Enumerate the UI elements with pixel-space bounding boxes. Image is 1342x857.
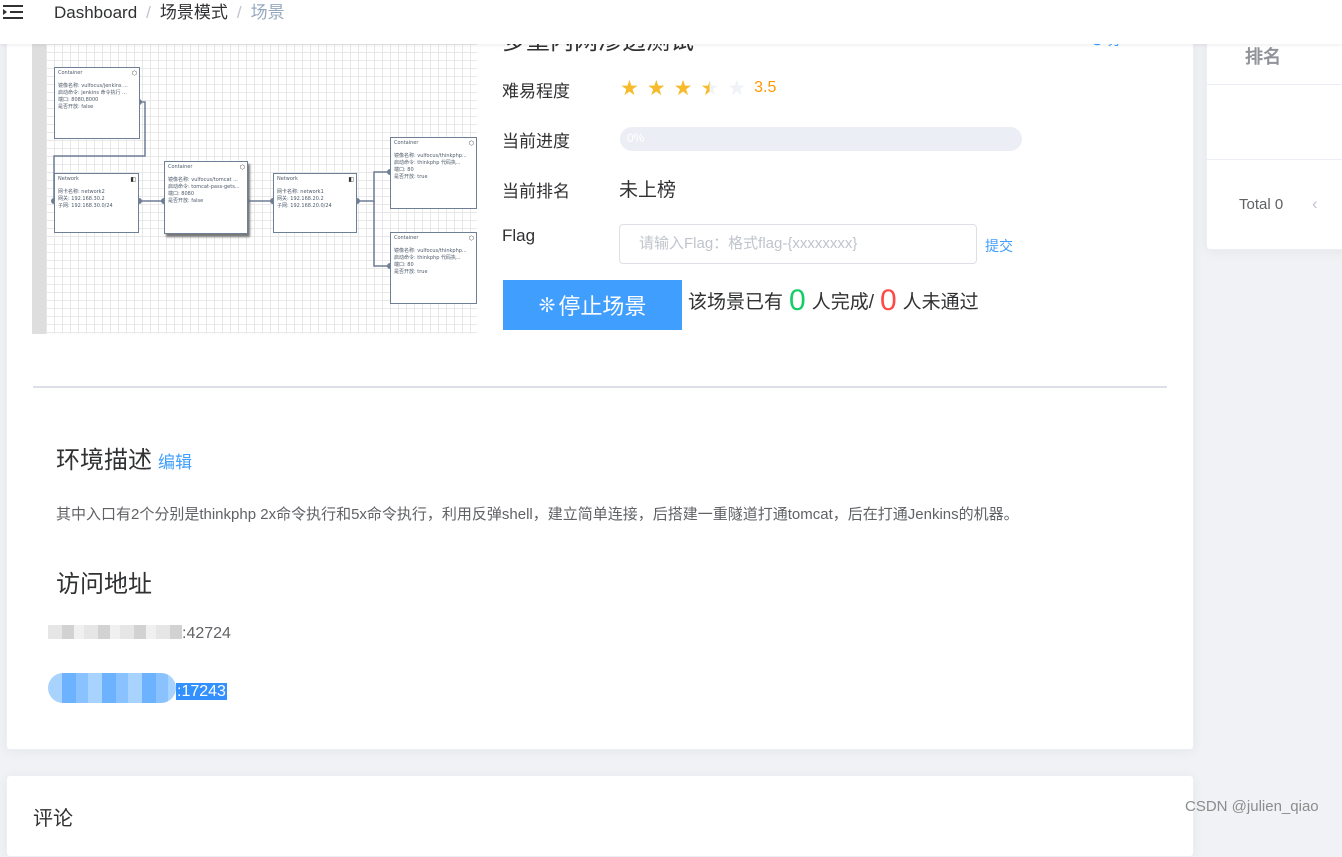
loading-icon: ❊ [538, 294, 556, 317]
network-icon: ◧ [130, 176, 136, 183]
node-line: 端口: 80 [394, 167, 414, 173]
node-line: 端口: 8080,8000 [58, 97, 99, 103]
redacted-host [48, 673, 176, 703]
difficulty-label: 难易程度 [502, 82, 570, 101]
scene-stats: 该场景已有 0 人完成/0 人未通过 [688, 284, 979, 318]
watermark: CSDN @julien_qiao [1185, 798, 1319, 815]
cube-icon: ⬡ [239, 164, 245, 171]
node-line: 端口: 80 [394, 262, 414, 268]
stop-scene-button[interactable]: ❊ 停止场景 [503, 280, 682, 330]
difficulty-value: 3.5 [754, 79, 777, 96]
redacted-host [48, 625, 182, 639]
topology-node-network[interactable]: ◧ Network 网卡名称: network1 网关: 192.168.20.… [273, 173, 357, 233]
stats-prefix: 该场景已有 [688, 292, 784, 313]
topology-diagram: ⬡ Container 镜像名称: vulfocus/jenkins ... 启… [32, 44, 477, 334]
progress-bar: 0% [620, 127, 1022, 151]
progress-text: 0% [627, 131, 645, 145]
breadcrumb-scene-mode[interactable]: 场景模式 [160, 3, 228, 22]
topology-node-network[interactable]: ◧ Network 网卡名称: network2 网关: 192.168.30.… [54, 173, 139, 233]
divider [1207, 159, 1342, 160]
node-line: 子网: 192.168.30.0/24 [58, 203, 113, 209]
node-line: 是否开放: true [394, 269, 428, 275]
chevron-left-icon[interactable]: ‹ [1312, 194, 1318, 214]
breadcrumb-dashboard[interactable]: Dashboard [54, 3, 137, 22]
cube-icon: ⬡ [468, 140, 474, 147]
node-line: 网关: 192.168.30.2 [58, 196, 105, 202]
divider [1207, 84, 1342, 85]
node-title: Container [58, 70, 83, 76]
node-line: 端口: 8080 [168, 191, 194, 197]
topology-node-container[interactable]: ⬡ Container 镜像名称: vulfocus/tomcat ... 启动… [164, 161, 248, 234]
difficulty-rating: ★ ★ ★ ★ ★ 3.5 [620, 76, 777, 100]
node-line: 镜像名称: vulfocus/jenkins ... [58, 83, 128, 89]
rank-label: 当前排名 [502, 182, 570, 201]
ranking-title: 排名 [1245, 47, 1281, 67]
node-line: 网关: 192.168.20.2 [277, 196, 324, 202]
network-icon: ◧ [348, 176, 354, 183]
access-heading: 访问地址 [56, 571, 152, 598]
progress-label: 当前进度 [502, 132, 570, 151]
breadcrumb-separator: / [146, 3, 151, 22]
node-line: 是否开放: false [168, 198, 204, 204]
access-address[interactable]: :42724 [48, 625, 231, 643]
half-star-icon: ★ [700, 77, 720, 100]
node-title: Container [394, 235, 419, 241]
topology-node-container[interactable]: ⬡ Container 镜像名称: vulfocus/thinkphp... 启… [390, 137, 477, 209]
node-line: 镜像名称: vulfocus/thinkphp... [394, 153, 467, 159]
completed-count: 0 [789, 284, 806, 317]
access-address-port: :42724 [182, 625, 231, 642]
topology-node-container[interactable]: ⬡ Container 镜像名称: vulfocus/thinkphp... 启… [390, 232, 477, 304]
node-line: 镜像名称: vulfocus/tomcat ... [168, 177, 238, 183]
node-line: 启动命令: jenkins 命令执行 ... [58, 90, 127, 96]
divider [33, 386, 1167, 388]
node-line: 网卡名称: network1 [277, 189, 324, 195]
star-icon: ★ [620, 77, 639, 100]
pagination-total: Total 0 [1239, 196, 1284, 213]
star-icon: ★ [646, 77, 666, 100]
node-line: 是否开放: false [58, 104, 94, 110]
topology-node-container[interactable]: ⬡ Container 镜像名称: vulfocus/jenkins ... 启… [54, 67, 140, 139]
access-address[interactable]: :17243 [48, 673, 227, 703]
node-line: 镜像名称: vulfocus/thinkphp... [394, 248, 467, 254]
node-title: Network [277, 176, 298, 182]
environment-description: 其中入口有2个分别是thinkphp 2x命令执行和5x命令执行，利用反弹she… [56, 506, 1019, 523]
node-line: 启动命令: tomcat-pass-gets... [168, 184, 240, 190]
submit-flag-link[interactable]: 提交 [985, 236, 1013, 256]
failed-suffix: 人未通过 [902, 292, 979, 313]
environment-title: 环境描述 [56, 447, 152, 474]
flag-label: Flag [502, 226, 536, 245]
node-line: 是否开放: true [394, 174, 428, 180]
star-icon: ★ [673, 77, 693, 100]
navbar: Dashboard / 场景模式 / 场景 [0, 0, 1342, 44]
access-address-port: :17243 [176, 683, 227, 700]
node-title: Container [168, 164, 193, 170]
flag-input[interactable]: 请输入Flag：格式flag-{xxxxxxxx} [619, 224, 977, 264]
star-empty-icon: ★ [727, 77, 747, 100]
cube-icon: ⬡ [468, 235, 474, 242]
node-title: Network [58, 176, 79, 182]
node-line: 网卡名称: network2 [58, 189, 105, 195]
node-line: 子网: 192.168.20.0/24 [277, 203, 332, 209]
failed-count: 0 [879, 284, 897, 317]
breadcrumb: Dashboard / 场景模式 / 场景 [54, 3, 285, 23]
breadcrumb-current: 场景 [250, 3, 285, 22]
comments-card: 评论 [6, 775, 1194, 857]
node-line: 启动命令: thinkphp 代码执... [394, 160, 461, 166]
environment-heading: 环境描述 编辑 [56, 440, 192, 475]
rank-value: 未上榜 [619, 180, 677, 201]
comments-title: 评论 [33, 808, 73, 830]
cube-icon: ⬡ [131, 70, 137, 77]
edit-environment-link[interactable]: 编辑 [158, 453, 192, 472]
completed-suffix: 人完成/ [811, 292, 874, 313]
stop-scene-label: 停止场景 [558, 294, 647, 319]
hamburger-menu-icon[interactable] [3, 4, 23, 20]
node-line: 启动命令: thinkphp 代码执... [394, 255, 461, 261]
breadcrumb-separator: / [236, 3, 242, 22]
node-title: Container [394, 140, 419, 146]
